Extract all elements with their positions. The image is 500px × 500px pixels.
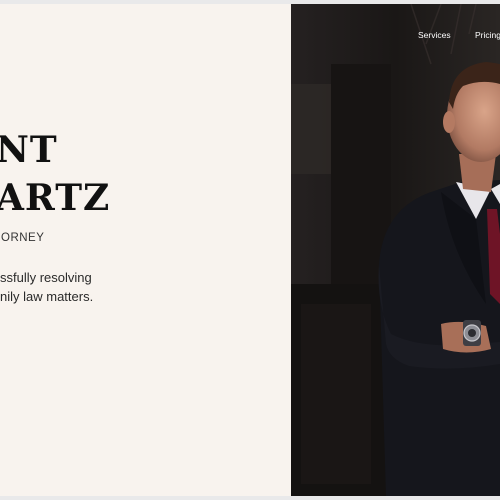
page-frame: NT ARTZ ORNEY ssfully resolving nily law… — [0, 4, 500, 496]
hero-photo-panel: Services Pricing — [291, 4, 500, 496]
nav-link-services[interactable]: Services — [418, 30, 451, 40]
hero-left-panel: NT ARTZ ORNEY ssfully resolving nily law… — [0, 4, 291, 496]
hero-name-line-1: NT — [0, 129, 58, 171]
hero-tagline-line-2: nily law matters. — [0, 289, 94, 304]
hero-tagline-line-1: ssfully resolving — [0, 270, 92, 285]
hero-role: ORNEY — [1, 232, 45, 244]
hero-name-line-2: ARTZ — [0, 177, 111, 219]
nav-link-pricing[interactable]: Pricing — [475, 30, 500, 40]
attorney-portrait-photo — [291, 4, 500, 496]
top-nav: Services Pricing — [291, 30, 500, 50]
hero-tagline: ssfully resolving nily law matters. — [0, 268, 93, 306]
